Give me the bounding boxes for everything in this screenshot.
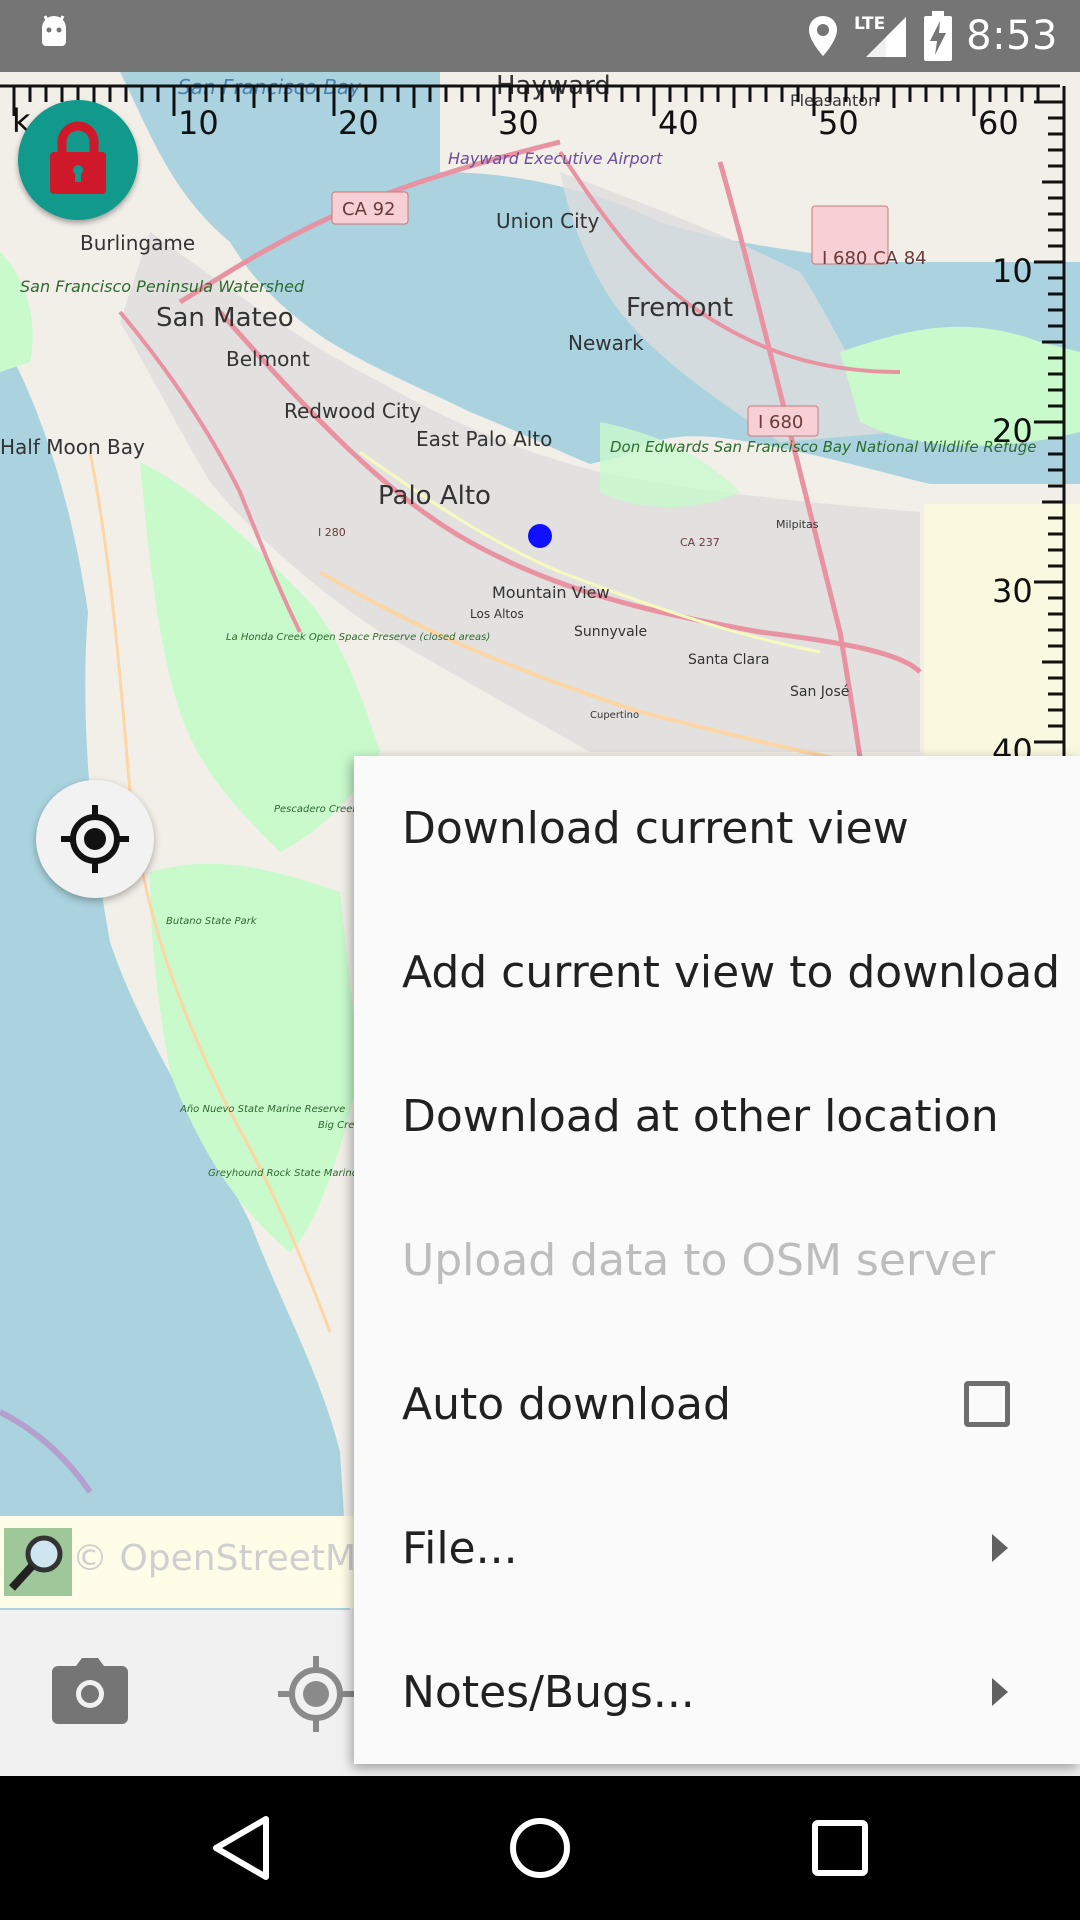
menu-item-auto-download[interactable]: Auto download [354,1332,1080,1476]
map-label-sunnyvale: Sunnyvale [574,624,647,640]
recents-icon[interactable] [805,1813,875,1883]
menu-item-download-other-location[interactable]: Download at other location [354,1044,1080,1188]
menu-item-label: Auto download [402,1378,731,1430]
menu-item-label: Notes/Bugs... [402,1666,695,1718]
road-shield-ca237: CA 237 [680,536,720,549]
map-label-fremont: Fremont [626,293,733,323]
ruler-top-label-40: 40 [658,104,699,142]
map-label-milpitas: Milpitas [776,518,819,531]
overflow-menu: Download current view Add current view t… [354,756,1080,1764]
signal-icon: LTE [854,14,907,57]
menu-item-label: Download current view [402,802,909,854]
menu-item-download-current-view[interactable]: Download current view [354,756,1080,900]
map-label-cupertino: Cupertino [590,710,639,721]
lock-button[interactable] [18,100,138,220]
gps-toolbar-icon[interactable] [276,1654,356,1734]
map-label-sf-watershed: San Francisco Peninsula Watershed [20,277,305,296]
map-label-hayward-airport: Hayward Executive Airport [448,149,663,168]
map-label-burlingame: Burlingame [80,231,195,255]
attribution-text: © OpenStreetMap [72,1538,401,1579]
battery-charging-icon [924,11,953,61]
menu-item-file[interactable]: File... [354,1476,1080,1620]
android-icon [42,15,66,46]
map-attribution[interactable]: © OpenStreetMap [0,1516,401,1608]
map-label-san-jose: San José [790,684,849,700]
map-label-butano: Butano State Park [166,916,258,927]
gps-locate-icon [61,805,129,873]
map-label-belmont: Belmont [226,347,310,371]
zoom-icon[interactable] [4,1528,72,1596]
map-label-east-palo-alto: East Palo Alto [416,427,552,451]
menu-item-label: File... [402,1522,518,1574]
menu-item-label: Download at other location [402,1090,999,1142]
map-label-los-altos: Los Altos [470,607,524,621]
map-label-la-honda: La Honda Creek Open Space Preserve (clos… [226,632,490,643]
menu-item-upload-osm: Upload data to OSM server [354,1188,1080,1332]
ruler-right-label-20: 20 [992,412,1033,450]
menu-item-label: Add current view to download [402,946,1061,998]
ruler-top-label-30: 30 [498,104,539,142]
ruler-top-label-20: 20 [338,104,379,142]
status-bar: LTE 8:53 [0,0,1080,72]
checkbox-icon[interactable] [964,1381,1010,1427]
road-shield-i280: I 280 [318,526,346,539]
back-icon[interactable] [206,1813,276,1883]
road-shield-i680: I 680 [758,412,803,433]
submenu-arrow-icon [992,1678,1008,1706]
ruler-top-label-10: 10 [178,104,219,142]
ruler-right-label-10: 10 [992,252,1033,290]
map-label-redwood-city: Redwood City [284,399,421,423]
lock-icon [50,121,106,194]
svg-text:LTE: LTE [854,14,885,34]
menu-item-notes-bugs[interactable]: Notes/Bugs... [354,1620,1080,1764]
road-shield-ca92: CA 92 [342,199,396,220]
menu-item-label: Upload data to OSM server [402,1234,996,1286]
map-label-san-mateo: San Mateo [156,303,294,333]
map-label-santa-clara: Santa Clara [688,652,769,668]
map-label-union-city: Union City [496,209,600,233]
gps-locate-button[interactable] [36,780,154,898]
camera-icon[interactable] [50,1658,130,1728]
menu-item-add-current-view[interactable]: Add current view to download [354,900,1080,1044]
ruler-top-label-50: 50 [818,104,859,142]
navigation-bar [0,1776,1080,1920]
map-label-half-moon-bay: Half Moon Bay [0,435,145,459]
map-label-newark: Newark [568,331,644,355]
clock: 8:53 [966,13,1058,59]
home-icon[interactable] [505,1813,575,1883]
map-label-don-edwards: Don Edwards San Francisco Bay National W… [610,438,1037,456]
location-icon [809,16,838,56]
map-label-palo-alto: Palo Alto [378,481,491,511]
road-shield-i680-ca84: I 680 CA 84 [822,248,927,269]
ruler-top-label-60: 60 [978,104,1019,142]
map-label-mountain-view: Mountain View [492,583,610,602]
map-label-ano-nuevo: Año Nuevo State Marine Reserve [179,1104,345,1115]
submenu-arrow-icon [992,1534,1008,1562]
ruler-right-label-30: 30 [992,572,1033,610]
